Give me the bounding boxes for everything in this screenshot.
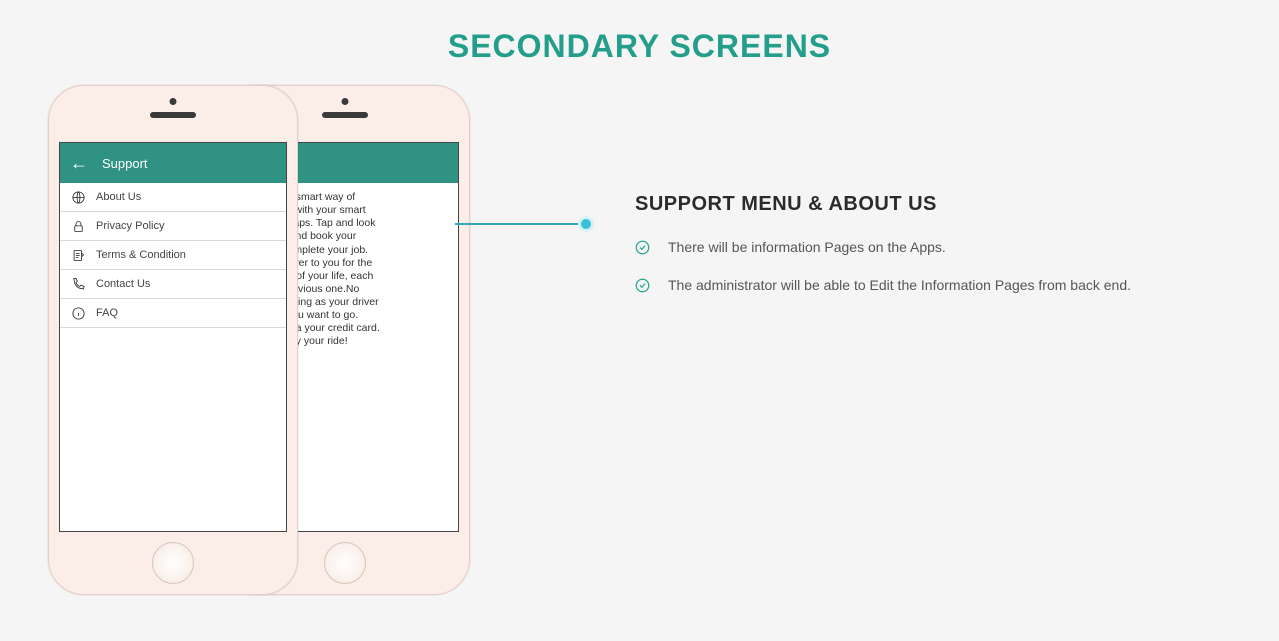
phone-earpiece: [322, 112, 368, 118]
phone-icon: [70, 276, 86, 292]
check-circle-icon: [635, 240, 650, 255]
phones-wrap: t Us ation is the smart way of service, …: [20, 85, 500, 625]
bullet-row: The administrator will be able to Edit t…: [635, 276, 1239, 296]
lock-icon: [70, 218, 86, 234]
menu-item-label: Contact Us: [96, 278, 150, 290]
bullet-text: The administrator will be able to Edit t…: [668, 276, 1131, 296]
check-circle-icon: [635, 278, 650, 293]
content-row: t Us ation is the smart way of service, …: [0, 85, 1279, 625]
home-button[interactable]: [324, 542, 366, 584]
menu-item-contact-us[interactable]: Contact Us: [60, 270, 286, 299]
description-column: SUPPORT MENU & ABOUT US There will be in…: [500, 85, 1279, 625]
menu-item-terms-condition[interactable]: Terms & Condition: [60, 241, 286, 270]
phone-mockup-support: ← Support About Us Privacy Poli: [48, 85, 298, 595]
phone-earpiece: [150, 112, 196, 118]
section-title: SUPPORT MENU & ABOUT US: [635, 193, 1239, 216]
support-menu-list: About Us Privacy Policy Terms & Conditio…: [60, 183, 286, 328]
bullet-row: There will be information Pages on the A…: [635, 238, 1239, 258]
menu-item-about-us[interactable]: About Us: [60, 183, 286, 212]
menu-item-label: Privacy Policy: [96, 220, 164, 232]
back-arrow-icon[interactable]: ←: [70, 154, 88, 172]
menu-item-privacy-policy[interactable]: Privacy Policy: [60, 212, 286, 241]
phone-camera-dot: [170, 98, 177, 105]
connector-line: [455, 223, 585, 225]
app-bar-title: Support: [102, 156, 148, 171]
phone-screen-support: ← Support About Us Privacy Poli: [59, 142, 287, 532]
phone-camera-dot: [342, 98, 349, 105]
menu-item-label: About Us: [96, 191, 141, 203]
home-button[interactable]: [152, 542, 194, 584]
globe-icon: [70, 189, 86, 205]
menu-item-faq[interactable]: FAQ: [60, 299, 286, 328]
document-icon: [70, 247, 86, 263]
page-title: SECONDARY SCREENS: [0, 0, 1279, 75]
menu-item-label: FAQ: [96, 307, 118, 319]
info-icon: [70, 305, 86, 321]
menu-item-label: Terms & Condition: [96, 249, 186, 261]
bullet-text: There will be information Pages on the A…: [668, 238, 946, 258]
app-bar-support: ← Support: [60, 143, 286, 183]
